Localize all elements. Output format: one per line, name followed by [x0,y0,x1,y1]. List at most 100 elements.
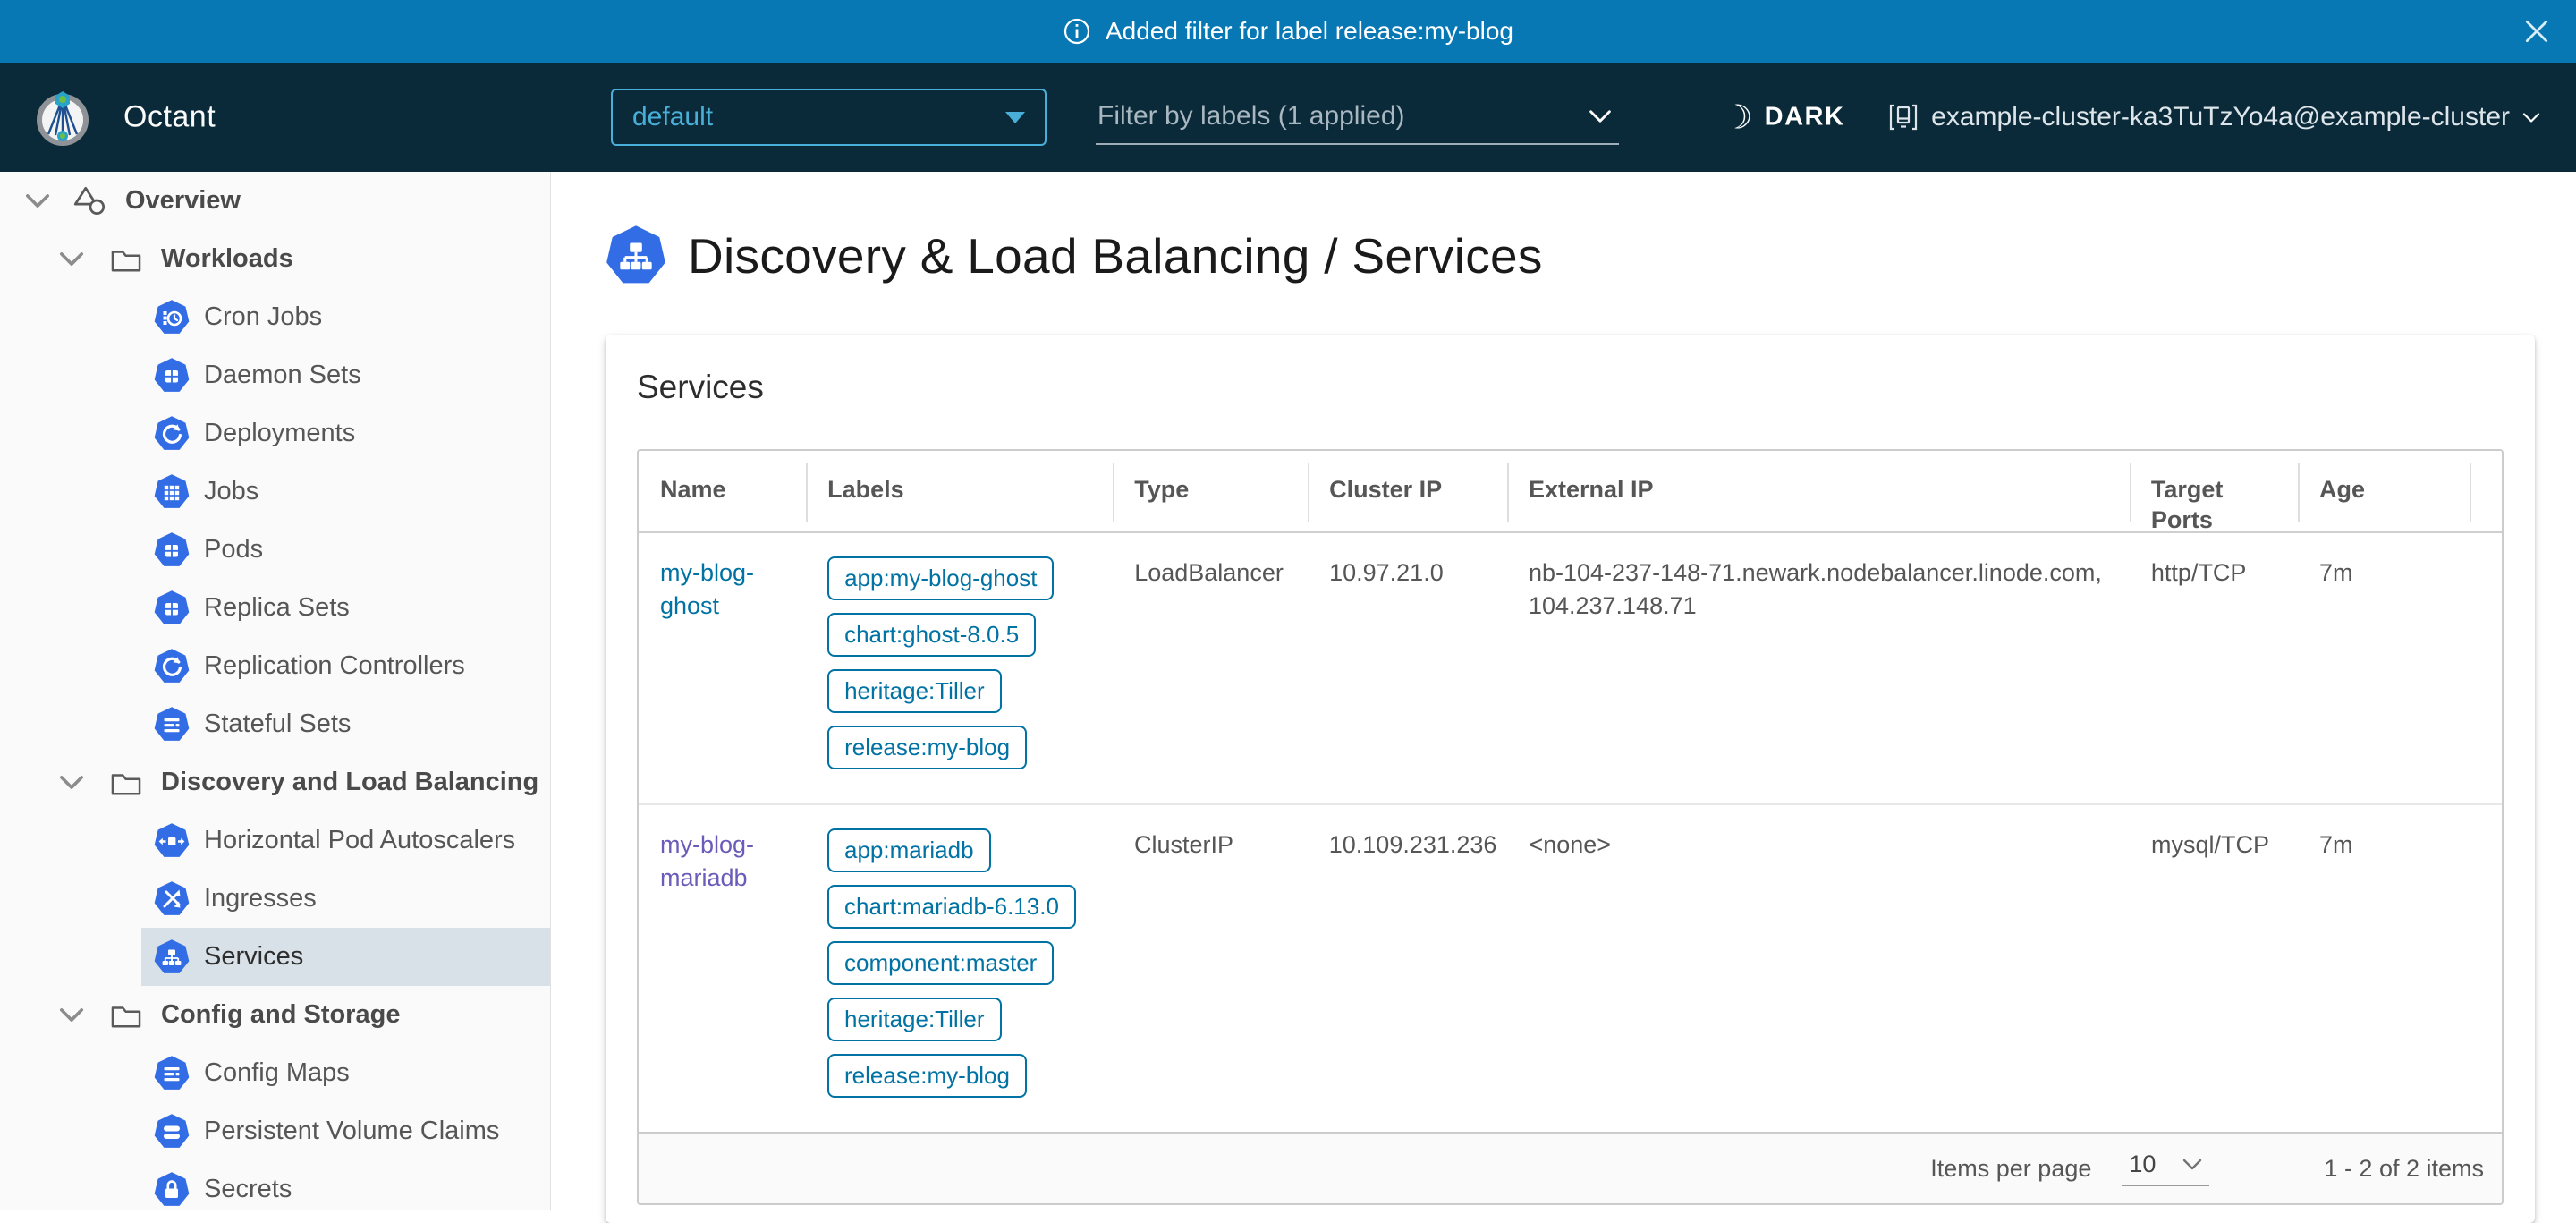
sidebar-item-persistent-volume-claims[interactable]: Persistent Volume Claims [0,1102,550,1160]
stateful-sets-icon [154,707,190,743]
octant-logo-icon [36,88,89,147]
config-maps-icon [154,1056,190,1091]
external-ip-cell: <none> [1507,805,2130,1132]
label-chip[interactable]: component:master [827,941,1054,985]
services-table: Name Labels Type Cluster IP External IP … [637,449,2504,1205]
app-title: Octant [123,100,216,135]
cron-jobs-icon [154,300,190,335]
ingresses-icon [154,881,190,917]
chevron-down-icon[interactable] [59,251,84,267]
cluster-context-dropdown[interactable]: example-cluster-ka3TuTzYo4a@example-clus… [1888,102,2540,132]
chevron-down-icon [1589,109,1612,123]
target-ports-cell: mysql/TCP [2130,805,2298,1132]
label-filter-dropdown[interactable]: Filter by labels (1 applied) [1096,89,1619,145]
deployments-icon [154,416,190,452]
label-chip[interactable]: heritage:Tiller [827,998,1002,1041]
sidebar-item-stateful-sets[interactable]: Stateful Sets [0,695,550,753]
sidebar-item-horizontal-pod-autoscalers[interactable]: Horizontal Pod Autoscalers [0,811,550,870]
label-chip[interactable]: heritage:Tiller [827,669,1002,713]
items-per-page-label: Items per page [1930,1155,2091,1183]
applications-icon [72,184,109,218]
name-cell: my-blog-ghost [639,533,806,803]
items-per-page-value: 10 [2129,1151,2156,1178]
cluster-ip-cell: 10.109.231.236 [1308,805,1508,1132]
sidebar-item-secrets[interactable]: Secrets [0,1160,550,1210]
sidebar-group-workloads[interactable]: Workloads [0,230,550,288]
label-chip[interactable]: release:my-blog [827,726,1027,769]
column-header-external-ip: External IP [1507,451,2130,531]
sidebar-item-replication-controllers[interactable]: Replication Controllers [0,637,550,695]
services-card: Services Name Labels Type Cluster IP Ext… [606,335,2535,1223]
card-title: Services [637,369,2504,406]
namespace-value: default [632,102,713,132]
label-chip[interactable]: release:my-blog [827,1054,1027,1098]
items-per-page-select[interactable]: 10 [2122,1151,2209,1186]
service-link[interactable]: my-blog-ghost [660,559,754,619]
dark-theme-toggle[interactable]: ☾ DARK [1722,101,1844,134]
replica-sets-icon [154,590,190,626]
banner-close-icon[interactable] [2522,17,2551,46]
services-icon [154,939,190,975]
service-link[interactable]: my-blog-mariadb [660,831,754,891]
cluster-ip-cell: 10.97.21.0 [1308,533,1507,803]
label-chip[interactable]: app:my-blog-ghost [827,556,1054,600]
pods-icon [154,532,190,568]
secrets-icon [154,1172,190,1208]
moon-icon: ☾ [1722,101,1753,134]
sidebar-item-replica-sets[interactable]: Replica Sets [0,579,550,637]
chevron-down-icon [2522,112,2540,123]
dark-toggle-label: DARK [1765,103,1845,132]
main-content: Discovery & Load Balancing / Services Se… [551,172,2576,1210]
table-header-row: Name Labels Type Cluster IP External IP … [639,451,2502,531]
pagination-range-label: 1 - 2 of 2 items [2324,1155,2484,1183]
type-cell: ClusterIP [1113,805,1308,1132]
namespace-dropdown[interactable]: default [611,89,1046,146]
notification-banner: Added filter for label release:my-blog [0,0,2576,63]
persistent-volume-claims-icon [154,1114,190,1150]
labels-cell: app:mariadb chart:mariadb-6.13.0 compone… [806,805,1113,1132]
horizontal-pod-autoscalers-icon [154,823,190,859]
label-chip[interactable]: chart:ghost-8.0.5 [827,613,1036,657]
sidebar-item-jobs[interactable]: Jobs [0,463,550,521]
chevron-down-icon[interactable] [59,775,84,790]
sidebar-item-cron-jobs[interactable]: Cron Jobs [0,288,550,346]
column-header-labels: Labels [806,451,1113,531]
services-icon [606,225,666,286]
chevron-down-icon[interactable] [25,193,50,208]
jobs-icon [154,474,190,510]
age-cell: 7m [2298,805,2470,1132]
column-header-name: Name [639,451,806,531]
sidebar-item-daemon-sets[interactable]: Daemon Sets [0,346,550,404]
folder-icon [109,1001,143,1030]
chevron-down-icon [2182,1159,2202,1171]
folder-icon [109,245,143,274]
sidebar-group-config-and-storage[interactable]: Config and Storage [0,986,550,1044]
type-cell: LoadBalancer [1113,533,1308,803]
sidebar-item-overview[interactable]: Overview [0,172,550,230]
column-header-cluster-ip: Cluster IP [1308,451,1507,531]
sidebar-item-services[interactable]: Services [0,928,550,986]
folder-icon [109,769,143,797]
label-chip[interactable]: app:mariadb [827,828,991,872]
daemon-sets-icon [154,358,190,394]
info-icon [1063,17,1091,46]
replication-controllers-icon [154,649,190,684]
column-header-target-ports: Target Ports [2130,451,2298,531]
cluster-context-value: example-cluster-ka3TuTzYo4a@example-clus… [1931,102,2510,132]
age-cell: 7m [2298,533,2470,803]
table-footer: Items per page 10 1 - 2 of 2 items [639,1132,2502,1203]
sidebar-item-ingresses[interactable]: Ingresses [0,870,550,928]
external-ip-cell: nb-104-237-148-71.newark.nodebalancer.li… [1507,533,2130,803]
sidebar-group-discovery-and-load-balancing[interactable]: Discovery and Load Balancing [0,753,550,811]
name-cell: my-blog-mariadb [639,805,806,1132]
banner-message: Added filter for label release:my-blog [1106,17,1513,46]
sidebar-item-config-maps[interactable]: Config Maps [0,1044,550,1102]
caret-down-icon [1005,112,1025,123]
cluster-icon [1888,103,1919,132]
table-row: my-blog-mariadb app:mariadb chart:mariad… [639,803,2502,1132]
sidebar-nav: Overview Workloads Cron Jobs Daemon Sets… [0,172,551,1210]
sidebar-item-deployments[interactable]: Deployments [0,404,550,463]
sidebar-item-pods[interactable]: Pods [0,521,550,579]
chevron-down-icon[interactable] [59,1007,84,1023]
label-chip[interactable]: chart:mariadb-6.13.0 [827,885,1076,929]
